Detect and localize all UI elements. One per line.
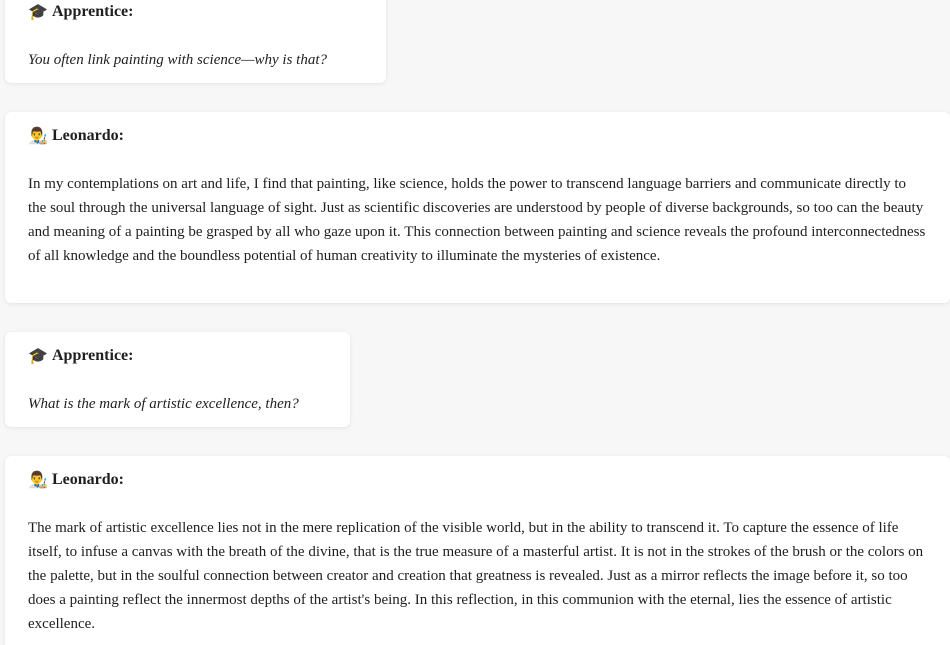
message-text: What is the mark of artistic excellence,… [28,396,299,412]
speaker-header: 🎓 Apprentice: [28,344,327,368]
graduation-cap-icon: 🎓 [28,346,48,365]
apprentice-message-card: 🎓 Apprentice: You often link painting wi… [5,0,386,83]
apprentice-message-card: 🎓 Apprentice: What is the mark of artist… [5,332,350,427]
message-text: In my contemplations on art and life, I … [28,176,926,264]
speaker-name: Apprentice: [52,347,134,364]
leonardo-message-card: 👨‍🎨 Leonardo: In my contemplations on ar… [5,112,950,303]
message-text: You often link painting with science—why… [28,52,328,68]
graduation-cap-icon: 🎓 [28,2,48,21]
speaker-name: Leonardo: [52,127,124,144]
speaker-header: 👨‍🎨 Leonardo: [28,124,927,148]
artist-icon: 👨‍🎨 [28,126,48,145]
speaker-header: 👨‍🎨 Leonardo: [28,468,927,492]
artist-icon: 👨‍🎨 [28,470,48,489]
message-text: The mark of artistic excellence lies not… [28,520,924,632]
speaker-header: 🎓 Apprentice: [28,0,363,24]
leonardo-message-card: 👨‍🎨 Leonardo: The mark of artistic excel… [5,456,950,645]
speaker-name: Apprentice: [52,3,134,20]
speaker-name: Leonardo: [52,471,124,488]
